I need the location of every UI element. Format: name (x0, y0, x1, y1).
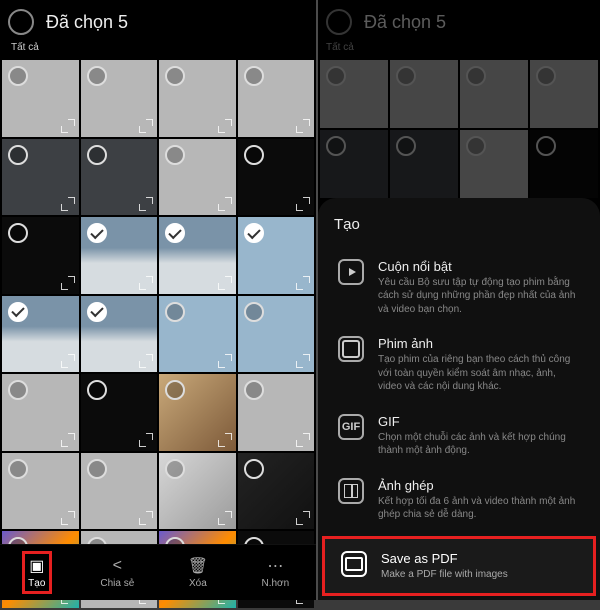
thumb[interactable] (81, 139, 158, 216)
expand-icon (296, 119, 310, 133)
thumb[interactable] (460, 60, 528, 128)
checkmark-icon (87, 223, 107, 243)
share-button[interactable]: < Chia sẻ (100, 556, 134, 589)
checkmark-icon (87, 302, 107, 322)
screenshot-create-sheet: Đã chọn 5 Tất cả Tạo Cuộn nổi bật Yêu cầ… (316, 0, 600, 600)
thumb[interactable] (2, 296, 79, 373)
expand-icon (218, 354, 232, 368)
expand-icon (61, 197, 75, 211)
expand-icon (296, 511, 310, 525)
expand-icon (218, 511, 232, 525)
thumb[interactable] (238, 453, 315, 530)
expand-icon (139, 119, 153, 133)
delete-button[interactable]: 🗑 Xóa (188, 556, 208, 589)
thumb[interactable] (238, 139, 315, 216)
thumb[interactable] (238, 296, 315, 373)
thumb[interactable] (390, 130, 458, 198)
option-collage[interactable]: Ảnh ghép Kết hợp tối đa 6 ảnh và video t… (334, 468, 584, 532)
thumb[interactable] (159, 139, 236, 216)
create-button[interactable]: ▣ Tạo (27, 556, 47, 589)
expand-icon (296, 433, 310, 447)
option-highlight-reel[interactable]: Cuộn nổi bật Yêu cầu Bộ sưu tập tự động … (334, 249, 584, 327)
expand-icon (218, 119, 232, 133)
expand-icon (218, 197, 232, 211)
thumb[interactable] (2, 453, 79, 530)
more-icon: ⋯ (265, 556, 285, 576)
sheet-title: Tạo (334, 216, 584, 233)
header: Đã chọn 5 (318, 0, 600, 44)
thumb[interactable] (390, 60, 458, 128)
thumb[interactable] (238, 60, 315, 137)
selection-count: Đã chọn 5 (46, 12, 128, 33)
expand-icon (139, 197, 153, 211)
expand-icon (296, 276, 310, 290)
thumb[interactable] (320, 60, 388, 128)
thumbnail-grid (318, 58, 600, 200)
thumb[interactable] (320, 130, 388, 198)
bottom-toolbar: ▣ Tạo < Chia sẻ 🗑 Xóa ⋯ N.hơn (0, 544, 316, 600)
deselect-all-circle[interactable] (326, 9, 352, 35)
thumb[interactable] (460, 130, 528, 198)
selection-count: Đã chọn 5 (364, 12, 446, 33)
thumb[interactable] (81, 296, 158, 373)
trash-icon: 🗑 (188, 556, 208, 576)
create-sheet: Tạo Cuộn nổi bật Yêu cầu Bộ sưu tập tự đ… (318, 198, 600, 601)
collage-icon (338, 478, 364, 504)
checkmark-icon (244, 223, 264, 243)
expand-icon (296, 197, 310, 211)
more-button[interactable]: ⋯ N.hơn (261, 556, 289, 589)
expand-icon (139, 276, 153, 290)
thumb[interactable] (81, 60, 158, 137)
thumb[interactable] (81, 374, 158, 451)
gif-icon: GIF (338, 414, 364, 440)
thumb[interactable] (159, 60, 236, 137)
thumb[interactable] (159, 374, 236, 451)
checkmark-icon (8, 302, 28, 322)
film-icon (338, 336, 364, 362)
expand-icon (61, 119, 75, 133)
thumb[interactable] (81, 217, 158, 294)
select-all-label[interactable]: Tất cả (326, 42, 354, 53)
play-icon (338, 259, 364, 285)
option-movie[interactable]: Phim ảnh Tạo phim của riêng bạn theo các… (334, 326, 584, 404)
header: Đã chọn 5 (0, 0, 316, 44)
thumb[interactable] (530, 60, 598, 128)
thumbnail-grid (0, 58, 316, 610)
thumb[interactable] (2, 374, 79, 451)
expand-icon (139, 433, 153, 447)
screenshot-gallery-select: Đã chọn 5 Tất cả (0, 0, 316, 600)
expand-icon (61, 433, 75, 447)
thumb[interactable] (530, 130, 598, 198)
thumb[interactable] (238, 217, 315, 294)
expand-icon (139, 354, 153, 368)
thumb[interactable] (81, 453, 158, 530)
thumb[interactable] (159, 296, 236, 373)
select-all-label[interactable]: Tất cả (11, 42, 39, 53)
option-gif[interactable]: GIF GIF Chọn một chuỗi các ảnh và kết hợ… (334, 404, 584, 468)
create-icon: ▣ (27, 556, 47, 576)
expand-icon (61, 276, 75, 290)
expand-icon (61, 511, 75, 525)
share-icon: < (107, 556, 127, 576)
expand-icon (139, 511, 153, 525)
thumb[interactable] (159, 217, 236, 294)
thumb[interactable] (2, 217, 79, 294)
image-icon (341, 551, 367, 577)
expand-icon (296, 354, 310, 368)
expand-icon (61, 354, 75, 368)
thumb[interactable] (238, 374, 315, 451)
expand-icon (218, 276, 232, 290)
checkmark-icon (165, 223, 185, 243)
thumb[interactable] (159, 453, 236, 530)
option-save-as-pdf[interactable]: Save as PDF Make a PDF file with images (322, 536, 596, 597)
thumb[interactable] (2, 60, 79, 137)
thumb[interactable] (2, 139, 79, 216)
deselect-all-circle[interactable] (8, 9, 34, 35)
expand-icon (218, 433, 232, 447)
